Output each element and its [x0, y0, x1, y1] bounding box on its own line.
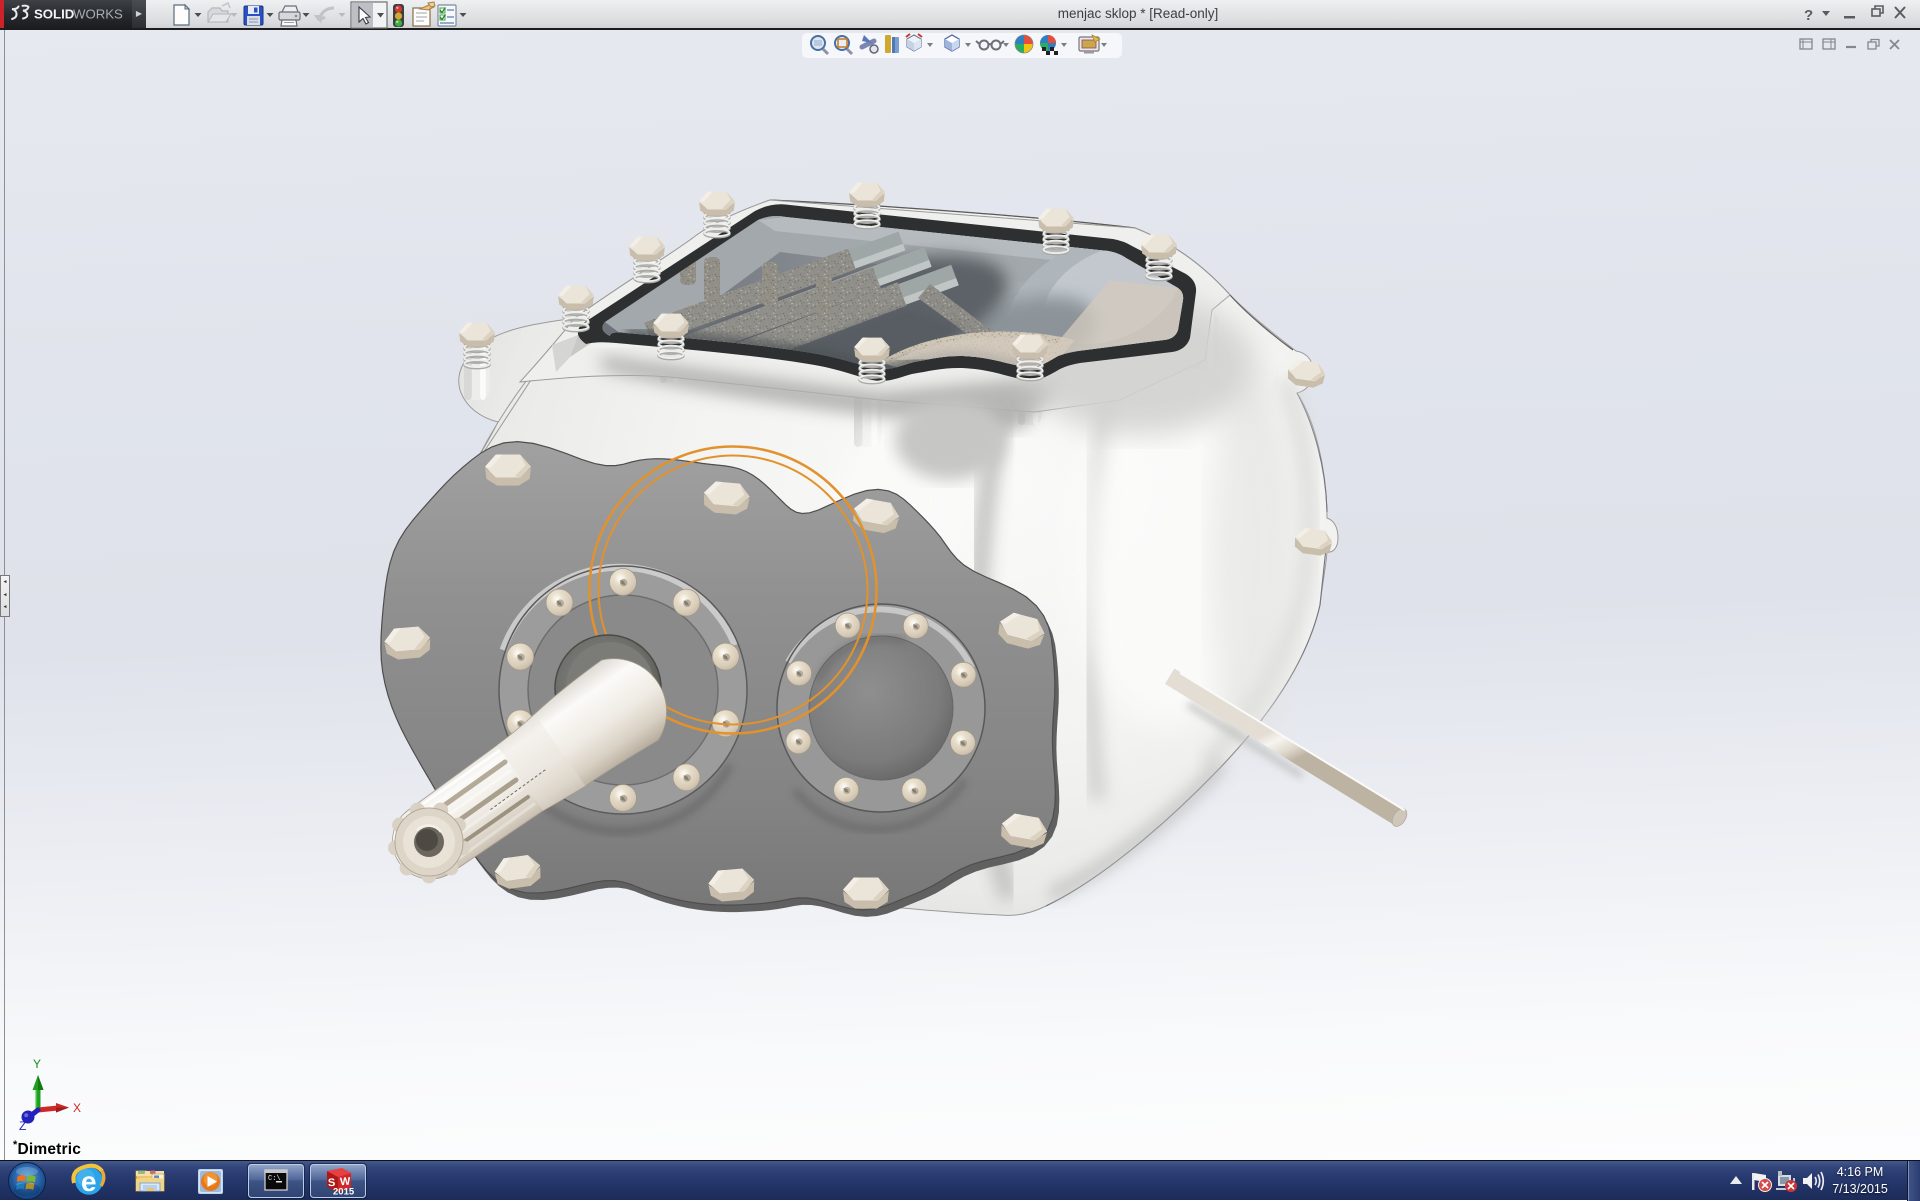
- svg-text:SOLID: SOLID: [34, 7, 74, 22]
- svg-text:WORKS: WORKS: [73, 7, 123, 22]
- svg-text:2015: 2015: [333, 1187, 355, 1198]
- svg-text:Z: Z: [19, 1119, 26, 1133]
- svg-text:Y: Y: [33, 1057, 41, 1071]
- svg-text:e: e: [81, 1166, 97, 1197]
- svg-text:X: X: [73, 1101, 81, 1115]
- svg-text:?: ?: [1804, 7, 1813, 24]
